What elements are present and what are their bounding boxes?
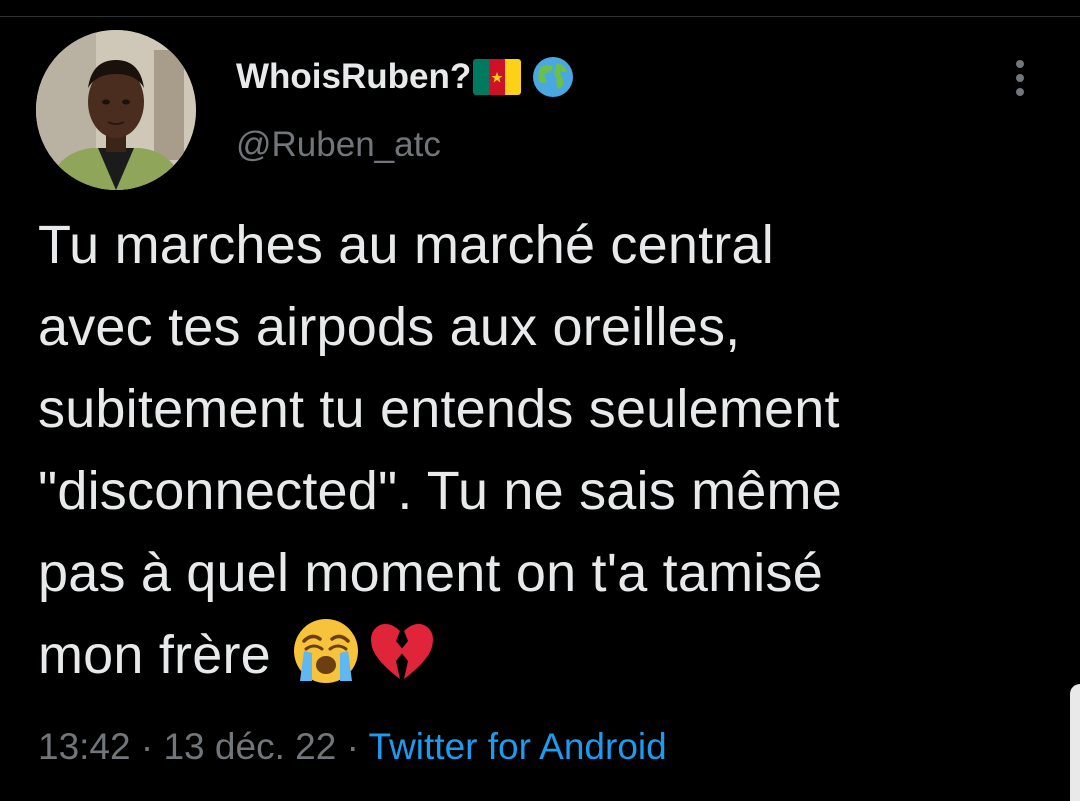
author-handle[interactable]: @Ruben_atc: [236, 122, 441, 168]
tweet-line: pas à quel moment on t'a tamisé: [38, 543, 823, 603]
tweet-time: 13:42: [38, 726, 131, 767]
more-options-button[interactable]: [1004, 56, 1036, 100]
avatar-photo: [36, 30, 196, 190]
tweet-line: mon frère: [38, 625, 271, 685]
globe-icon: [533, 57, 574, 97]
crying-face-icon: [294, 619, 359, 683]
meta-separator: ·: [130, 726, 164, 767]
author-display-name[interactable]: WhoisRuben?: [236, 54, 575, 100]
scrollbar-edge: [1070, 684, 1080, 801]
tweet-line: avec tes airpods aux oreilles,: [38, 297, 741, 357]
meta-separator: ·: [336, 726, 369, 767]
tweet-text: Tu marches au marché central avec tes ai…: [38, 204, 1058, 696]
top-divider: [0, 16, 1080, 17]
avatar[interactable]: [36, 30, 196, 190]
tweet-line: subitement tu entends seulement: [38, 379, 840, 439]
display-name-text: WhoisRuben?: [236, 57, 472, 96]
tweet-meta: 13:42 · 13 déc. 22 · Twitter for Android: [38, 722, 667, 772]
tweet-date: 13 déc. 22: [163, 726, 337, 767]
tweet-source-link[interactable]: Twitter for Android: [369, 726, 667, 767]
tweet-last-line: mon frère: [38, 614, 1058, 696]
broken-heart-icon: [371, 623, 434, 679]
dot-icon: [1016, 60, 1024, 68]
cameroon-flag-icon: [473, 59, 522, 95]
dot-icon: [1016, 88, 1024, 96]
dot-icon: [1016, 74, 1024, 82]
tweet-line: "disconnected". Tu ne sais même: [38, 461, 842, 521]
tweet-line: Tu marches au marché central: [38, 215, 774, 275]
